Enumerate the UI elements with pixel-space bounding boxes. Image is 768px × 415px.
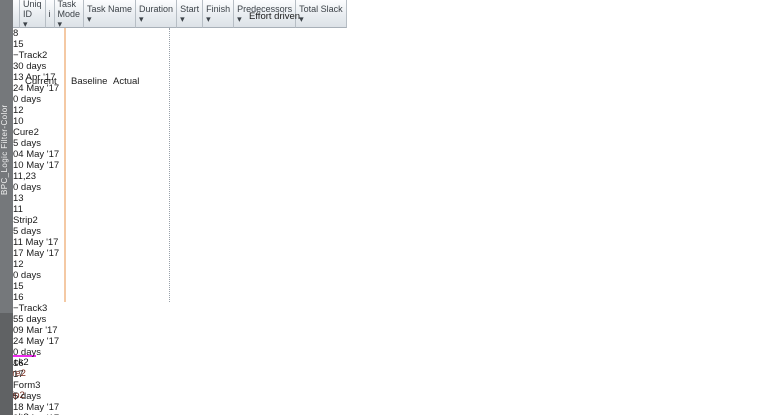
column-header-finish[interactable]: Finish ▾ — [203, 0, 235, 28]
msproject-window: BPC_Logic Filter-Color Uniq ID ▾ i Task Mode ▾… — [0, 0, 768, 415]
radio-actual[interactable]: Actual — [110, 76, 139, 87]
cell-task-name[interactable]: −Track2 — [13, 50, 531, 61]
table-row: 13 11 Strip2 5 days 11 May '17 17 May '17 12 0 … — [13, 193, 531, 281]
cell-start[interactable]: 04 May '17 — [13, 149, 531, 160]
cell-total-slack[interactable]: 0 days — [13, 270, 531, 281]
filter-icon: ▾ — [139, 13, 144, 24]
status-date-line — [64, 28, 66, 302]
cell-finish[interactable]: 10 May '17 — [13, 160, 531, 171]
filter-icon: ▾ — [87, 13, 92, 24]
cell-duration[interactable]: 30 days — [13, 61, 531, 72]
cell-start[interactable]: 18 May '17 — [13, 402, 531, 413]
radio-baseline[interactable]: Baseline — [68, 76, 107, 87]
cell-uniq-id[interactable]: 16 — [13, 292, 531, 303]
cell-finish[interactable]: 24 May '17 — [13, 336, 531, 347]
row-header[interactable]: 15 — [13, 281, 531, 292]
table-row: 8 15 −Track2 30 days 13 Apr '17 24 May '17 0 d… — [13, 28, 531, 105]
row-header[interactable]: 12 — [13, 105, 531, 116]
cell-uniq-id[interactable]: 11 — [13, 204, 531, 215]
filter-icon: ▾ — [206, 13, 211, 24]
filter-icon: ▾ — [299, 13, 304, 24]
row-header[interactable]: 16 — [13, 358, 531, 369]
cell-task-name[interactable]: Strip2 — [13, 215, 531, 226]
filter-icon: ▾ — [23, 18, 28, 29]
filter-icon: ▾ — [57, 18, 63, 29]
table-row: 12 10 Cure2 5 days 04 May '17 10 May '17 11,23… — [13, 105, 531, 193]
cell-predecessors[interactable]: 11,23 — [13, 171, 531, 182]
radio-current[interactable]: Current — [22, 76, 57, 87]
cell-uniq-id[interactable]: 10 — [13, 116, 531, 127]
view-tab-label[interactable]: BPC_Logic Filter-Color — [0, 55, 13, 245]
cell-uniq-id[interactable]: 15 — [13, 39, 531, 50]
cell-finish[interactable]: 17 May '17 — [13, 248, 531, 259]
cell-task-name[interactable]: Cure2 — [13, 127, 531, 138]
cell-duration[interactable]: 55 days — [13, 314, 531, 325]
column-header-total-slack[interactable]: Total Slack ▾ — [296, 0, 347, 28]
effort-driven-checkbox[interactable]: Effort driven — [246, 11, 300, 22]
table-row: 1617Form35 days18 May '1724 May '17130 d… — [13, 358, 531, 415]
column-header-start[interactable]: Start ▾ — [177, 0, 204, 28]
cell-duration[interactable]: 5 days — [13, 138, 531, 149]
column-header-task-name[interactable]: Task Name ▾ — [84, 0, 137, 28]
cell-duration[interactable]: 5 days — [13, 226, 531, 237]
cell-total-slack[interactable]: 0 days — [13, 182, 531, 193]
finish-date-line — [169, 28, 170, 302]
cell-start[interactable]: 11 May '17 — [13, 237, 531, 248]
info-icon: i — [48, 8, 51, 19]
task-sheet: Uniq ID ▾ i Task Mode ▾ Task Name ▾ Duration ▾ Star… — [13, 0, 531, 415]
select-all-corner[interactable] — [13, 0, 20, 28]
filter-icon: ▾ — [180, 13, 185, 24]
table-row: 15 16 −Track3 55 days 09 Mar '17 24 May '17 0 … — [13, 281, 531, 358]
column-header-task-mode[interactable]: Task Mode ▾ — [54, 0, 85, 29]
cell-total-slack[interactable]: 0 days — [13, 347, 531, 358]
row-header[interactable]: 8 — [13, 28, 531, 39]
column-header-uniq-id[interactable]: Uniq ID ▾ — [20, 0, 46, 29]
cell-total-slack[interactable]: 0 days — [13, 94, 531, 105]
cell-uniq-id[interactable]: 17 — [13, 369, 531, 380]
cell-predecessors[interactable]: 12 — [13, 259, 531, 270]
cell-start[interactable]: 09 Mar '17 — [13, 325, 531, 336]
cell-task-name[interactable]: Form3 — [13, 380, 531, 391]
row-header[interactable]: 13 — [13, 193, 531, 204]
column-header-duration[interactable]: Duration ▾ — [136, 0, 178, 28]
column-header-info[interactable]: i — [45, 0, 55, 28]
view-strip-bottom — [0, 313, 13, 415]
cell-duration[interactable]: 5 days — [13, 391, 531, 402]
cell-task-name[interactable]: −Track3 — [13, 303, 531, 314]
